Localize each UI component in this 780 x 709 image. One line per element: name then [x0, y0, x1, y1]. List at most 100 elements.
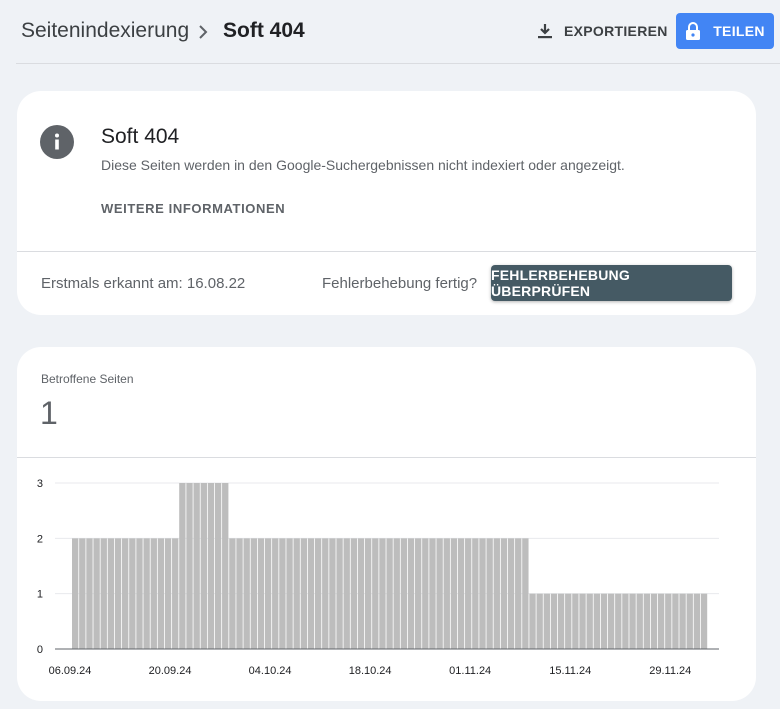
- export-label: EXPORTIEREN: [564, 23, 668, 39]
- chart-bar: [207, 483, 215, 649]
- chart-bar: [200, 483, 207, 649]
- chart-bar: [229, 538, 236, 649]
- chart-bar: [314, 538, 322, 649]
- x-tick-label: 04.10.24: [249, 665, 292, 677]
- chart-bar: [536, 593, 543, 649]
- lock-icon: [686, 22, 701, 40]
- chart-bar: [257, 538, 265, 649]
- chart-bar: [72, 538, 79, 649]
- chart-bar: [172, 538, 179, 649]
- chart-bar: [222, 483, 229, 649]
- chart-bar: [100, 538, 107, 649]
- y-tick-label: 0: [37, 644, 43, 656]
- chart-bar: [422, 538, 429, 649]
- chart-bar: [164, 538, 172, 649]
- chart-bar: [543, 593, 550, 649]
- chart-bar: [343, 538, 350, 649]
- chart-bar: [643, 593, 651, 649]
- top-bar: Seitenindexierung Soft 404 EXPORTIEREN T…: [0, 0, 780, 64]
- share-label: TEILEN: [713, 23, 765, 39]
- chart-bar: [93, 538, 100, 649]
- chart-bar: [665, 593, 672, 649]
- chart-bar: [329, 538, 336, 649]
- y-tick-label: 1: [37, 589, 43, 601]
- export-button[interactable]: EXPORTIEREN: [530, 14, 674, 48]
- more-info-link[interactable]: WEITERE INFORMATIONEN: [101, 201, 285, 216]
- chart-bar: [593, 593, 601, 649]
- chart-bar: [529, 593, 536, 649]
- card-divider: [17, 251, 756, 252]
- chart-bar: [286, 538, 293, 649]
- chart-bar: [507, 538, 515, 649]
- chart-bar: [400, 538, 408, 649]
- chart-bar: [372, 538, 379, 649]
- chart-bar: [600, 593, 608, 649]
- chart-bar: [357, 538, 365, 649]
- first-detected-text: Erstmals erkannt am: 16.08.22: [41, 275, 246, 292]
- chart-bar: [157, 538, 165, 649]
- chart-bar: [179, 483, 186, 649]
- breadcrumb-root[interactable]: Seitenindexierung: [21, 19, 189, 43]
- x-tick-label: 15.11.24: [549, 665, 591, 677]
- share-button[interactable]: TEILEN: [676, 13, 774, 49]
- header-divider: [16, 63, 780, 64]
- chart-bar: [486, 538, 493, 649]
- chart-bar: [279, 538, 286, 649]
- x-tick-label: 18.10.24: [349, 665, 392, 677]
- chart-bar: [393, 538, 400, 649]
- chart-bar: [243, 538, 250, 649]
- chart-bar: [379, 538, 386, 649]
- chart-bar: [629, 593, 636, 649]
- chart-bar: [114, 538, 122, 649]
- chart-bar: [122, 538, 129, 649]
- chart-bar: [479, 538, 486, 649]
- chart-bar: [500, 538, 508, 649]
- chart-bar: [364, 538, 372, 649]
- chart-bar: [79, 538, 86, 649]
- affected-pages-chart: 0 1 2 3 06.09.24 20.09.24 04.10.24 18.10.24 01.1…: [37, 478, 719, 677]
- chart-bar: [336, 538, 343, 649]
- chart-bar: [293, 538, 300, 649]
- x-tick-label: 20.09.24: [149, 665, 192, 677]
- chart-bar: [250, 538, 257, 649]
- chart-bar: [350, 538, 358, 649]
- fix-question-text: Fehlerbehebung fertig?: [322, 275, 478, 292]
- y-tick-label: 2: [37, 533, 43, 545]
- download-icon: [538, 24, 552, 39]
- validate-fix-button[interactable]: FEHLERBEHEBUNG ÜBERPRÜFEN: [491, 265, 732, 301]
- chart-bar: [657, 593, 665, 649]
- chart-bar: [193, 483, 200, 649]
- chart-bar: [300, 538, 308, 649]
- chart-bar: [214, 483, 222, 649]
- chart-bar: [607, 593, 615, 649]
- chart-bar: [465, 538, 472, 649]
- chart-bar: [700, 593, 708, 649]
- chart-bar: [415, 538, 422, 649]
- chart-bar: [693, 593, 701, 649]
- issue-card: Soft 404 Diese Seiten werden in den Goog…: [17, 91, 756, 315]
- chart-bar: [622, 593, 629, 649]
- chart-bar: [650, 593, 658, 649]
- chart-bar: [565, 593, 572, 649]
- chevron-right-icon: [199, 25, 208, 39]
- chart-bar: [672, 593, 679, 649]
- chart-bar: [457, 538, 465, 649]
- chart-bar: [493, 538, 500, 649]
- chart-bar: [186, 483, 193, 649]
- chart-bar: [236, 538, 243, 649]
- chart-bar: [636, 593, 643, 649]
- chart-bar: [150, 538, 157, 649]
- breadcrumb-current: Soft 404: [223, 19, 305, 42]
- chart-bar: [522, 538, 529, 649]
- chart-bar: [550, 593, 558, 649]
- chart-bar: [136, 538, 143, 649]
- chart-bar: [686, 593, 693, 649]
- chart-bar: [586, 593, 593, 649]
- chart-bar: [264, 538, 272, 649]
- chart-bar: [679, 593, 686, 649]
- x-tick-label: 01.11.24: [449, 665, 491, 677]
- chart-bar: [386, 538, 393, 649]
- chart-bar: [472, 538, 479, 649]
- issue-title: Soft 404: [101, 125, 180, 148]
- chart-bar: [579, 593, 586, 649]
